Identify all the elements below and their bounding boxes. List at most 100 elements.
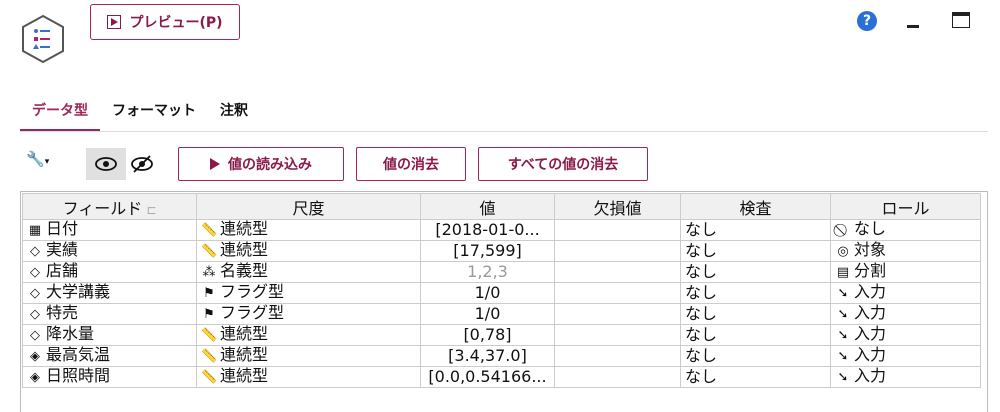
check-cell-text: なし — [685, 367, 718, 386]
field-type-table-container: フィールド ⊏ 尺度 値 欠損値 検査 ロール ▦ 日付 📏 連続型 [2018-01-0… — [20, 191, 988, 412]
minimize-icon[interactable] — [907, 20, 919, 28]
check-cell-text: なし — [685, 262, 718, 281]
value-cell-text: [17,599] — [453, 241, 522, 260]
measure-cell[interactable]: ⚑ フラグ型 — [196, 303, 421, 325]
field-cell-text: 店舗 — [46, 261, 79, 280]
missing-cell[interactable] — [554, 282, 681, 304]
table-row[interactable]: ◇ 降水量 📏 連続型 [0,78] なし ➘ 入力 — [22, 324, 981, 346]
input-arrow-icon: ➘ — [837, 370, 849, 385]
measure-cell-text: 名義型 — [220, 261, 269, 280]
diamond-icon: ◇ — [30, 307, 40, 322]
value-cell[interactable]: [2018-01-0... — [420, 219, 555, 241]
table-row[interactable]: ◇ 店舗 ⁂ 名義型 1,2,3 なし ▤ 分割 — [22, 261, 981, 283]
role-cell[interactable]: ➘ 入力 — [830, 366, 981, 388]
wrench-menu-icon[interactable]: 🔧▾ — [26, 150, 60, 176]
role-cell[interactable]: ⃠なし — [830, 219, 981, 241]
field-cell[interactable]: ◇ 降水量 — [22, 324, 197, 346]
calendar-icon: ▦ — [28, 223, 42, 238]
value-cell-text: [0,78] — [463, 325, 512, 344]
value-cell-text: 1/0 — [474, 283, 501, 302]
hide-fields-button[interactable] — [126, 148, 158, 180]
missing-cell[interactable] — [554, 366, 681, 388]
tab-data-type[interactable]: データ型 — [20, 96, 100, 132]
preview-button[interactable]: プレビュー(P) — [90, 4, 240, 40]
column-header-field[interactable]: フィールド ⊏ — [22, 193, 197, 220]
diamond-icon: ◇ — [30, 244, 40, 259]
role-cell[interactable]: ▤ 分割 — [830, 261, 981, 283]
check-cell[interactable]: なし — [680, 261, 831, 283]
check-cell[interactable]: なし — [680, 324, 831, 346]
role-cell[interactable]: ➘ 入力 — [830, 282, 981, 304]
role-cell-text: 分割 — [854, 261, 887, 280]
clear-all-values-label: すべての値の消去 — [507, 157, 619, 173]
field-cell[interactable]: ◇ 店舗 — [22, 261, 197, 283]
missing-cell[interactable] — [554, 324, 681, 346]
read-values-button[interactable]: 値の読み込み — [178, 147, 344, 181]
role-cell[interactable]: ➘ 入力 — [830, 303, 981, 325]
role-cell[interactable]: ➘ 入力 — [830, 345, 981, 367]
derived-diamond-icon: ◈ — [30, 349, 40, 364]
tab-annotation[interactable]: 注釈 — [208, 96, 260, 132]
check-cell[interactable]: なし — [680, 219, 831, 241]
value-cell[interactable]: 1/0 — [420, 282, 555, 304]
missing-cell[interactable] — [554, 261, 681, 283]
column-header-role[interactable]: ロール — [830, 193, 981, 220]
input-arrow-icon: ➘ — [837, 307, 849, 322]
table-row[interactable]: ◇ 特売 ⚑ フラグ型 1/0 なし ➘ 入力 — [22, 303, 981, 325]
missing-cell[interactable] — [554, 219, 681, 241]
measure-cell[interactable]: 📏 連続型 — [196, 219, 421, 241]
ruler-icon: 📏 — [201, 328, 218, 343]
check-cell[interactable]: なし — [680, 345, 831, 367]
play-icon — [210, 158, 220, 170]
check-cell[interactable]: なし — [680, 303, 831, 325]
column-header-value[interactable]: 値 — [420, 193, 555, 220]
role-cell[interactable]: ➘ 入力 — [830, 324, 981, 346]
value-cell[interactable]: [0.0,0.54166... — [420, 366, 555, 388]
value-cell[interactable]: [3.4,37.0] — [420, 345, 555, 367]
measure-cell[interactable]: ⚑ フラグ型 — [196, 282, 421, 304]
field-cell[interactable]: ▦ 日付 — [22, 219, 197, 241]
column-header-measure[interactable]: 尺度 — [196, 193, 421, 220]
clear-all-values-button[interactable]: すべての値の消去 — [478, 147, 648, 181]
type-node-icon — [22, 14, 64, 64]
check-cell[interactable]: なし — [680, 366, 831, 388]
missing-cell[interactable] — [554, 303, 681, 325]
value-cell[interactable]: [0,78] — [420, 324, 555, 346]
column-header-check[interactable]: 検査 — [680, 193, 831, 220]
show-fields-button[interactable] — [86, 148, 126, 180]
clear-values-button[interactable]: 値の消去 — [356, 147, 466, 181]
input-arrow-icon: ➘ — [837, 286, 849, 301]
value-cell[interactable]: 1/0 — [420, 303, 555, 325]
field-cell[interactable]: ◈ 最高気温 — [22, 345, 197, 367]
help-icon[interactable]: ? — [857, 11, 877, 31]
table-row[interactable]: ◇ 実績 📏 連続型 [17,599] なし ◎ 対象 — [22, 240, 981, 262]
measure-cell[interactable]: 📏 連続型 — [196, 366, 421, 388]
table-row[interactable]: ▦日付📏連続型[2018-01-0... なし⃠なし — [22, 219, 981, 241]
measure-cell[interactable]: ⁂ 名義型 — [196, 261, 421, 283]
check-cell-text: なし — [685, 304, 718, 323]
missing-cell[interactable] — [554, 345, 681, 367]
role-cell[interactable]: ◎ 対象 — [830, 240, 981, 262]
missing-cell[interactable] — [554, 240, 681, 262]
value-cell[interactable]: 1,2,3 — [420, 261, 555, 283]
tab-format[interactable]: フォーマット — [100, 96, 208, 132]
measure-cell[interactable]: 📏 連続型 — [196, 324, 421, 346]
column-header-missing[interactable]: 欠損値 — [554, 193, 681, 220]
table-row[interactable]: ◇ 大学講義 ⚑ フラグ型 1/0 なし ➘ 入力 — [22, 282, 981, 304]
table-row[interactable]: ◈ 日照時間 📏 連続型 [0.0,0.54166... なし ➘ 入力 — [22, 366, 981, 388]
measure-cell[interactable]: 📏 連続型 — [196, 345, 421, 367]
field-cell[interactable]: ◇ 特売 — [22, 303, 197, 325]
maximize-icon[interactable] — [952, 12, 970, 28]
check-cell[interactable]: なし — [680, 282, 831, 304]
read-values-label: 値の読み込み — [228, 157, 312, 173]
role-cell-text: 対象 — [854, 240, 887, 259]
table-row[interactable]: ◈ 最高気温 📏 連続型 [3.4,37.0] なし ➘ 入力 — [22, 345, 981, 367]
field-cell[interactable]: ◈ 日照時間 — [22, 366, 197, 388]
value-cell[interactable]: [17,599] — [420, 240, 555, 262]
field-cell[interactable]: ◇ 実績 — [22, 240, 197, 262]
measure-cell[interactable]: 📏 連続型 — [196, 240, 421, 262]
value-cell-text: 1,2,3 — [467, 262, 508, 281]
check-cell[interactable]: なし — [680, 240, 831, 262]
check-cell-text: なし — [685, 325, 718, 344]
field-cell[interactable]: ◇ 大学講義 — [22, 282, 197, 304]
